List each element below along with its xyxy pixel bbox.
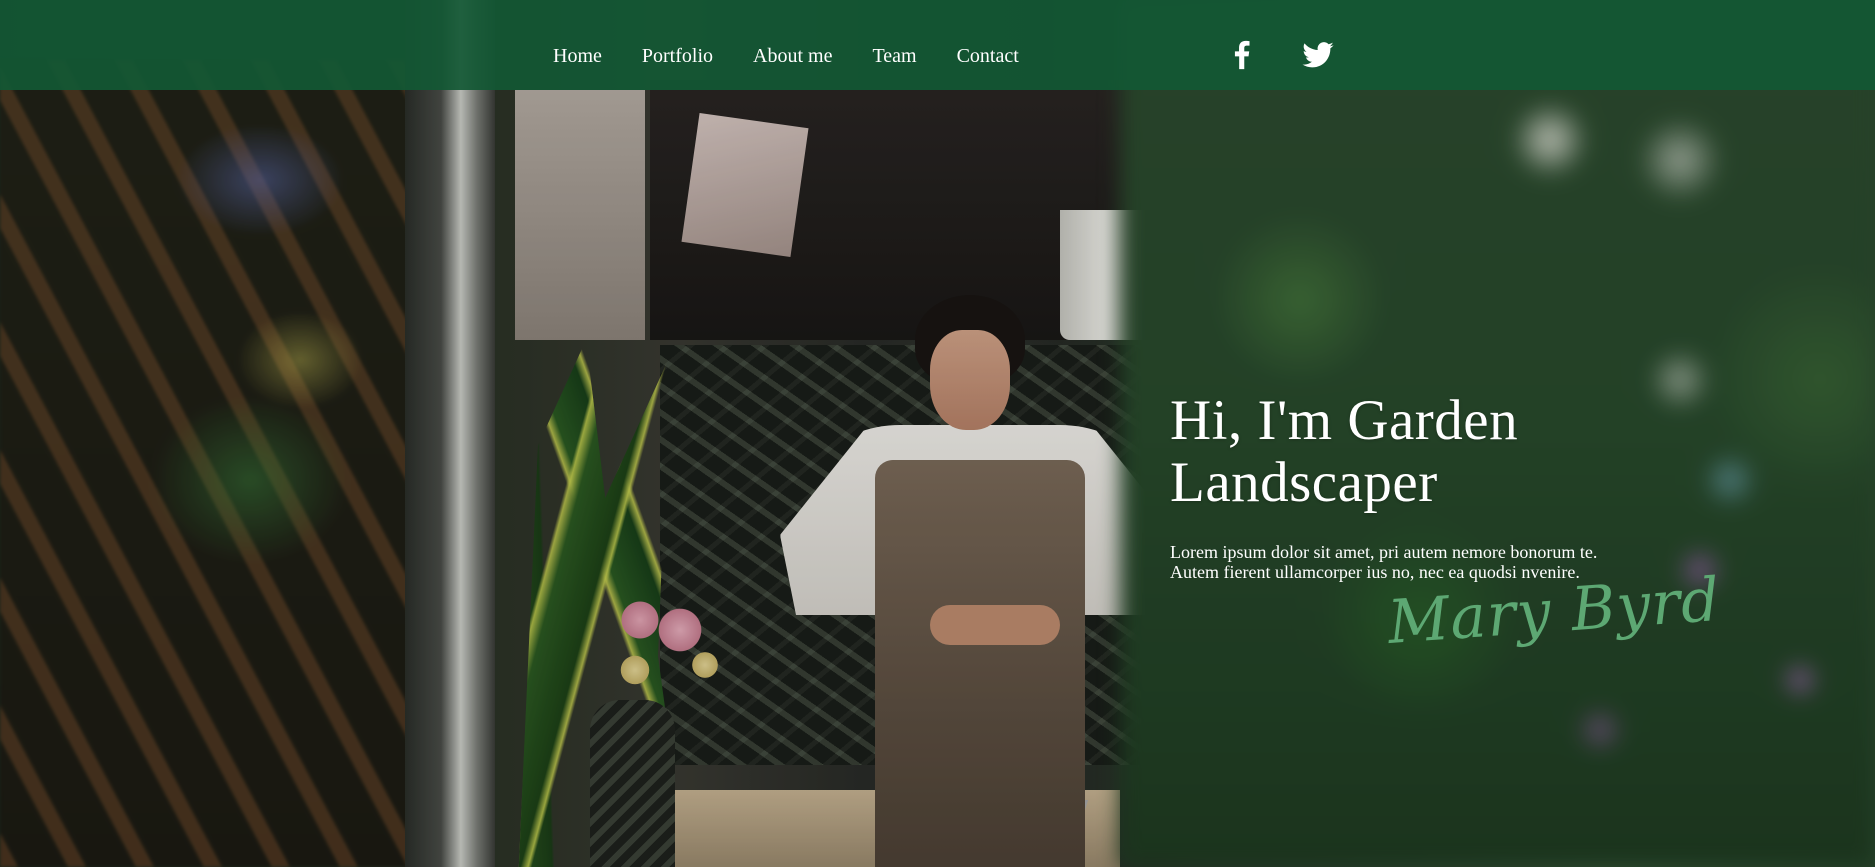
hero-heading-line-2: Landscaper	[1170, 451, 1438, 514]
hero-heading-line-1: Hi, I'm Garden	[1170, 389, 1519, 452]
hero-heading: Hi, I'm Garden Landscaper	[1170, 390, 1690, 514]
hero-intro: Hi, I'm Garden Landscaper Lorem ipsum do…	[1170, 390, 1690, 583]
top-navigation-bar: Home Portfolio About me Team Contact	[0, 0, 1875, 90]
facebook-icon[interactable]	[1225, 38, 1259, 72]
twitter-icon[interactable]	[1301, 38, 1335, 72]
social-links	[1225, 38, 1335, 72]
hero-description-line-1: Lorem ipsum dolor sit amet, pri autem ne…	[1170, 542, 1598, 562]
nav-portfolio-link[interactable]: Portfolio	[642, 42, 713, 70]
nav-team-link[interactable]: Team	[872, 42, 916, 70]
main-menu: Home Portfolio About me Team Contact	[553, 42, 1059, 70]
nav-contact-link[interactable]: Contact	[957, 42, 1019, 70]
nav-home-link[interactable]: Home	[553, 42, 602, 70]
nav-about-me-link[interactable]: About me	[753, 42, 832, 70]
